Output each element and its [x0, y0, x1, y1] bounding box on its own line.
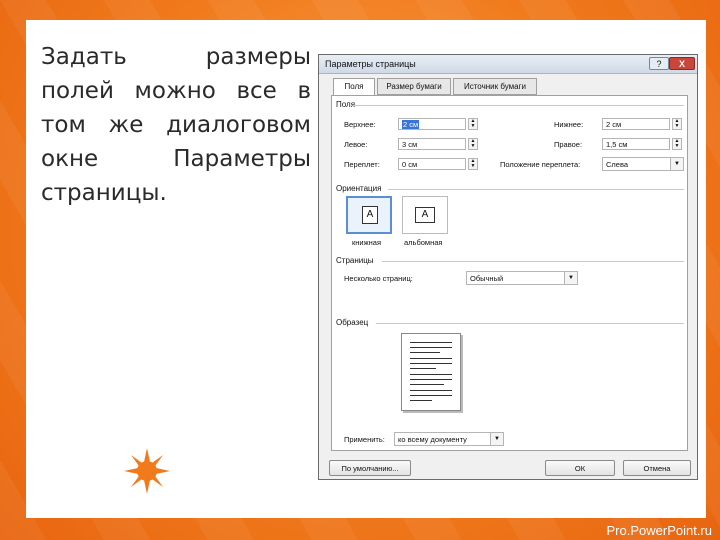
help-button[interactable]: ?	[649, 57, 669, 70]
multiple-pages-select[interactable]: Обычный ▼	[466, 271, 578, 285]
bottom-margin-label: Нижнее:	[554, 120, 584, 129]
landscape-icon: A	[415, 207, 435, 223]
orientation-separator	[388, 189, 684, 190]
apply-value: ко всему документу	[398, 435, 467, 444]
gutter-position-select[interactable]: Слева ▼	[602, 157, 684, 171]
chevron-down-icon: ▼	[670, 158, 683, 170]
top-margin-label: Верхнее:	[344, 120, 376, 129]
apply-select[interactable]: ко всему документу ▼	[394, 432, 504, 446]
multiple-pages-value: Обычный	[470, 274, 504, 283]
tab-paper-source[interactable]: Источник бумаги	[453, 78, 537, 95]
margins-section-label: Поля	[336, 100, 356, 109]
close-button[interactable]: X	[669, 57, 695, 70]
preview-line	[410, 384, 444, 385]
preview-line	[410, 342, 452, 343]
chevron-down-icon: ▼	[564, 272, 577, 284]
preview-line	[410, 358, 452, 359]
watermark: Pro.PowerPoint.ru	[606, 523, 713, 538]
page-preview	[401, 333, 461, 411]
preview-line	[410, 347, 452, 348]
right-margin-input[interactable]: 1,5 см	[602, 138, 670, 150]
page-setup-dialog: Параметры страницы ? X Поля Размер бумаг…	[318, 54, 698, 480]
cancel-button[interactable]: Отмена	[623, 460, 691, 476]
right-margin-spinner[interactable]: ▲ ▼	[672, 138, 682, 150]
dialog-title: Параметры страницы	[325, 59, 416, 69]
top-margin-input[interactable]: 2 см	[398, 118, 466, 130]
preview-separator	[376, 323, 684, 324]
landscape-label: альбомная	[404, 238, 443, 247]
apply-label: Применить:	[344, 435, 385, 444]
preview-section-label: Образец	[336, 318, 369, 327]
gutter-label: Переплет:	[344, 160, 380, 169]
preview-line	[410, 400, 432, 401]
dialog-titlebar: Параметры страницы ? X	[319, 55, 697, 74]
landscape-option[interactable]: A	[402, 196, 448, 234]
gutter-position-label: Положение переплета:	[500, 160, 581, 169]
bottom-margin-spinner[interactable]: ▲ ▼	[672, 118, 682, 130]
left-margin-label: Левое:	[344, 140, 368, 149]
portrait-label: книжная	[352, 238, 382, 247]
chevron-down-icon: ▼	[490, 433, 503, 445]
tab-paper-size[interactable]: Размер бумаги	[377, 78, 451, 95]
pages-separator	[382, 261, 684, 262]
preview-line	[410, 352, 440, 353]
slide-body-text: Задать размеры полей можно все в том же …	[41, 44, 311, 206]
sun-icon	[124, 448, 170, 494]
multiple-pages-label: Несколько страниц:	[344, 274, 413, 283]
margins-separator	[354, 105, 684, 106]
preview-line	[410, 395, 452, 396]
right-margin-label: Правое:	[554, 140, 583, 149]
preview-line	[410, 363, 452, 364]
preview-line	[410, 374, 452, 375]
gutter-spinner[interactable]: ▲ ▼	[468, 158, 478, 170]
left-margin-input[interactable]: 3 см	[398, 138, 466, 150]
portrait-option[interactable]: A	[346, 196, 392, 234]
orientation-section-label: Ориентация	[336, 184, 382, 193]
left-margin-spinner[interactable]: ▲ ▼	[468, 138, 478, 150]
portrait-icon: A	[362, 206, 378, 224]
bottom-margin-input[interactable]: 2 см	[602, 118, 670, 130]
tab-content-margins: Поля Верхнее: 2 см ▲ ▼ Нижнее: 2 см ▲ ▼ Ле…	[331, 95, 688, 451]
preview-line	[410, 390, 452, 391]
ok-button[interactable]: ОК	[545, 460, 615, 476]
gutter-input[interactable]: 0 см	[398, 158, 466, 170]
default-button[interactable]: По умолчанию...	[329, 460, 411, 476]
gutter-position-value: Слева	[606, 160, 629, 169]
pages-section-label: Страницы	[336, 256, 374, 265]
preview-line	[410, 368, 436, 369]
top-margin-spinner[interactable]: ▲ ▼	[468, 118, 478, 130]
preview-line	[410, 379, 452, 380]
